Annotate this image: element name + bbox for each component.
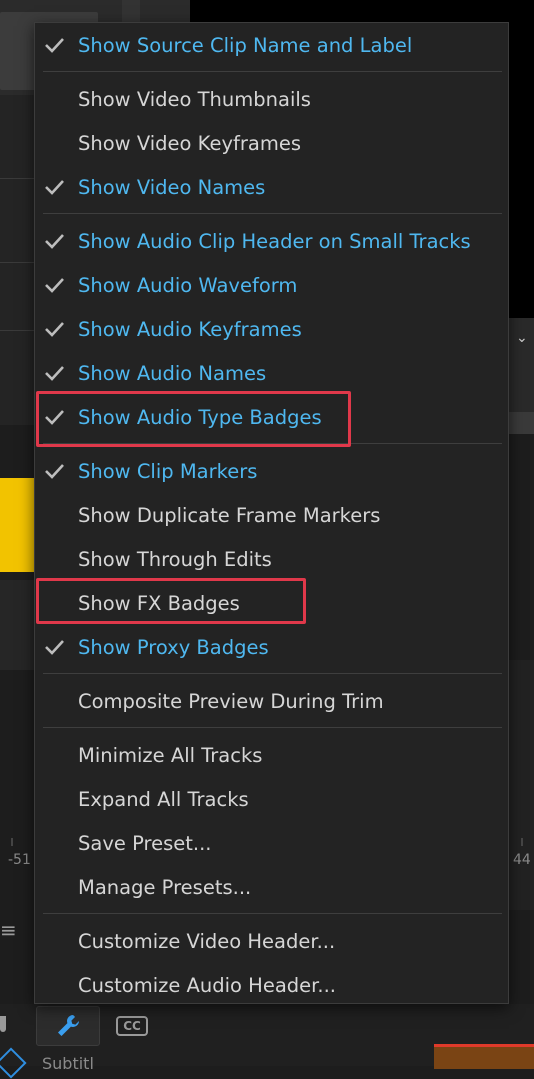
subtitle-track-label: Subtitl <box>42 1054 94 1073</box>
track-headers <box>0 95 36 425</box>
timeline-track-right-clip <box>508 412 534 434</box>
panel-tab-strip <box>122 0 140 22</box>
checkmark-icon <box>45 278 64 293</box>
yellow-clip[interactable] <box>0 478 36 572</box>
highlight-box-fx-badges <box>36 578 306 624</box>
checkmark-icon <box>45 464 64 479</box>
checkmark-icon <box>45 366 64 381</box>
menu-item-label: Show Through Edits <box>78 547 272 571</box>
checkmark-icon <box>45 180 64 195</box>
marker-icon <box>0 1016 6 1032</box>
menu-item-composite-preview-during-trim[interactable]: Composite Preview During Trim <box>35 679 508 723</box>
menu-item-label: Show Audio Keyframes <box>78 317 302 341</box>
menu-separator <box>43 673 502 674</box>
menu-item-label: Show Audio Clip Header on Small Tracks <box>78 229 471 253</box>
menu-item-save-preset[interactable]: Save Preset... <box>35 821 508 865</box>
menu-item-label: Save Preset... <box>78 831 212 855</box>
menu-item-expand-all-tracks[interactable]: Expand All Tracks <box>35 777 508 821</box>
menu-item-label: Customize Audio Header... <box>78 973 336 997</box>
menu-item-show-proxy-badges[interactable]: Show Proxy Badges <box>35 625 508 669</box>
menu-item-label: Show Video Thumbnails <box>78 87 311 111</box>
menu-item-label: Minimize All Tracks <box>78 743 263 767</box>
menu-item-label: Show Clip Markers <box>78 459 258 483</box>
menu-item-manage-presets[interactable]: Manage Presets... <box>35 865 508 909</box>
menu-item-label: Manage Presets... <box>78 875 252 899</box>
menu-item-show-video-names[interactable]: Show Video Names <box>35 165 508 209</box>
track-area <box>0 580 36 670</box>
track-divider <box>0 178 36 179</box>
menu-item-label: Show Source Clip Name and Label <box>78 33 413 57</box>
timeline-display-settings-menu: Show Source Clip Name and Label Show Vid… <box>34 22 509 1004</box>
chevron-down-icon[interactable]: ⌄ <box>516 330 528 346</box>
menu-item-label: Show Audio Waveform <box>78 273 298 297</box>
timeline-clip[interactable] <box>434 1044 534 1069</box>
menu-item-label: Show Video Keyframes <box>78 131 301 155</box>
closed-captions-icon[interactable]: CC <box>116 1016 148 1036</box>
menu-item-customize-video-header[interactable]: Customize Video Header... <box>35 919 508 963</box>
menu-item-show-source-clip-name[interactable]: Show Source Clip Name and Label <box>35 23 508 67</box>
menu-separator <box>43 913 502 914</box>
ruler-label-left: -51 <box>8 852 31 868</box>
timeline-settings-button[interactable] <box>36 1006 100 1046</box>
menu-item-minimize-all-tracks[interactable]: Minimize All Tracks <box>35 733 508 777</box>
wrench-icon <box>58 1015 79 1036</box>
track-divider <box>0 330 36 331</box>
checkmark-icon <box>45 38 64 53</box>
menu-item-show-audio-clip-header[interactable]: Show Audio Clip Header on Small Tracks <box>35 219 508 263</box>
track-divider <box>0 262 36 263</box>
menu-item-label: Composite Preview During Trim <box>78 689 384 713</box>
menu-item-show-video-thumbnails[interactable]: Show Video Thumbnails <box>35 77 508 121</box>
menu-item-label: Show Duplicate Frame Markers <box>78 503 381 527</box>
checkmark-icon <box>45 640 64 655</box>
menu-separator <box>43 71 502 72</box>
hamburger-menu-icon[interactable]: ≡ <box>0 918 17 942</box>
ruler-label-right: 44 <box>513 852 531 868</box>
menu-item-label: Show Video Names <box>78 175 266 199</box>
menu-item-show-audio-names[interactable]: Show Audio Names <box>35 351 508 395</box>
checkmark-icon <box>45 234 64 249</box>
menu-item-label: Customize Video Header... <box>78 929 336 953</box>
menu-item-show-clip-markers[interactable]: Show Clip Markers <box>35 449 508 493</box>
menu-item-show-audio-keyframes[interactable]: Show Audio Keyframes <box>35 307 508 351</box>
menu-item-show-audio-waveform[interactable]: Show Audio Waveform <box>35 263 508 307</box>
menu-separator <box>43 213 502 214</box>
checkmark-icon <box>45 322 64 337</box>
menu-item-label: Show Proxy Badges <box>78 635 269 659</box>
menu-item-label: Show Audio Names <box>78 361 267 385</box>
menu-item-show-duplicate-frame-markers[interactable]: Show Duplicate Frame Markers <box>35 493 508 537</box>
menu-item-show-video-keyframes[interactable]: Show Video Keyframes <box>35 121 508 165</box>
menu-item-customize-audio-header[interactable]: Customize Audio Header... <box>35 963 508 1007</box>
menu-separator <box>43 727 502 728</box>
timeline-lower-right <box>508 660 534 910</box>
menu-item-show-through-edits[interactable]: Show Through Edits <box>35 537 508 581</box>
highlight-box-audio-type-badges <box>36 391 351 447</box>
menu-item-label: Expand All Tracks <box>78 787 249 811</box>
